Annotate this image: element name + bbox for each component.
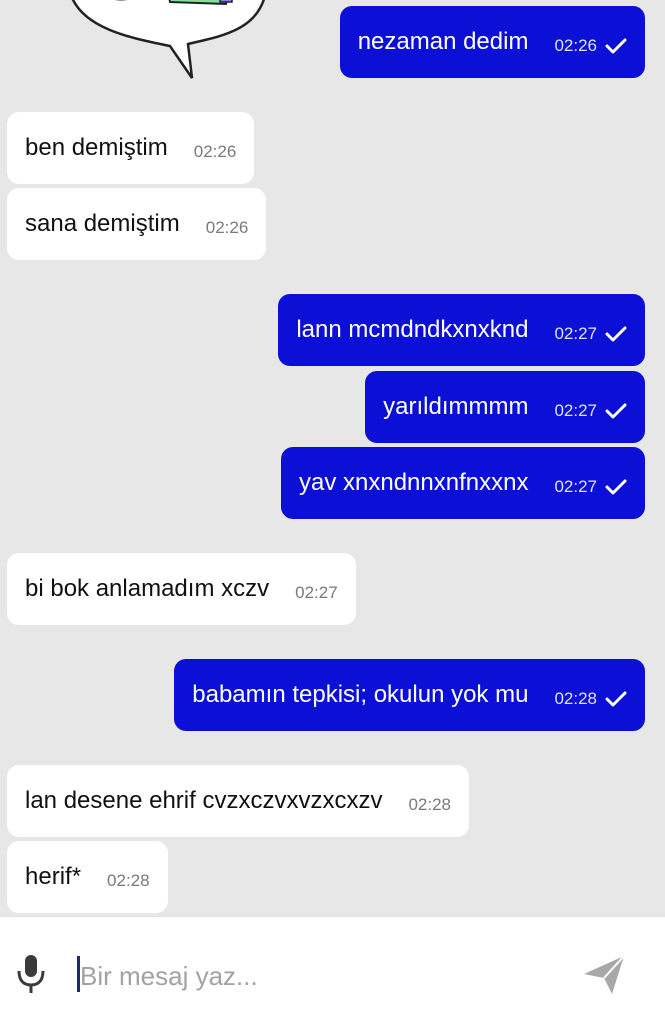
message-bubble-outgoing[interactable]: yarıldımmmm 02:27 xyxy=(365,371,645,443)
message-bubble-outgoing[interactable]: babamın tepkisi; okulun yok mu 02:28 xyxy=(174,659,645,731)
sent-check-icon xyxy=(605,479,627,495)
message-time: 02:26 xyxy=(205,218,249,237)
message-bubble-incoming[interactable]: herif* 02:28 xyxy=(7,841,168,913)
sent-check-icon xyxy=(605,326,627,342)
message-time: 02:27 xyxy=(554,401,597,420)
message-text: herif* xyxy=(25,863,82,890)
message-bubble-incoming[interactable]: lan desene ehrif cvzxczvxvzxcxzv 02:28 xyxy=(7,765,470,837)
message-bubble-outgoing[interactable]: lann mcmdndkxnxknd 02:27 xyxy=(278,294,645,366)
message-time: 02:28 xyxy=(554,689,597,708)
sent-check-icon xyxy=(605,403,627,419)
message-text: ben demiştim xyxy=(25,134,168,161)
sticker-speech-bubble[interactable] xyxy=(70,0,270,82)
message-bubble-outgoing[interactable]: yav xnxndnnxnfnxxnx 02:27 xyxy=(280,447,645,519)
message-text: yarıldımmmm xyxy=(383,393,529,420)
message-time: 02:26 xyxy=(554,36,597,55)
message-time: 02:26 xyxy=(193,142,237,161)
message-text: bi bok anlamadım xczv xyxy=(25,575,270,602)
microphone-icon[interactable] xyxy=(14,953,48,995)
message-text: lan desene ehrif cvzxczvxvzxcxzv xyxy=(25,787,383,814)
sent-check-icon xyxy=(605,691,627,707)
send-icon[interactable] xyxy=(580,950,628,998)
message-text: yav xnxndnnxnfnxxnx xyxy=(298,469,529,496)
message-time: 02:27 xyxy=(295,583,338,602)
message-time: 02:28 xyxy=(107,871,150,890)
message-text: sana demiştim xyxy=(25,210,180,237)
message-time: 02:28 xyxy=(408,795,452,814)
message-text: nezaman dedim xyxy=(357,28,529,55)
message-bubble-outgoing[interactable]: nezaman dedim 02:26 xyxy=(339,6,645,78)
message-bubble-incoming[interactable]: sana demiştim 02:26 xyxy=(7,188,267,260)
message-text: babamın tepkisi; okulun yok mu xyxy=(192,681,529,708)
message-bubble-incoming[interactable]: ben demiştim 02:26 xyxy=(7,112,255,184)
message-time: 02:27 xyxy=(554,477,597,496)
chat-area[interactable]: nezaman dedim 02:26 ben demiştim 02:26 s… xyxy=(0,0,665,916)
sent-check-icon xyxy=(605,38,627,54)
message-text: lann mcmdndkxnxknd xyxy=(296,316,529,343)
message-input[interactable] xyxy=(80,954,520,998)
message-time: 02:27 xyxy=(554,324,597,343)
message-bubble-incoming[interactable]: bi bok anlamadım xczv 02:27 xyxy=(7,553,356,625)
